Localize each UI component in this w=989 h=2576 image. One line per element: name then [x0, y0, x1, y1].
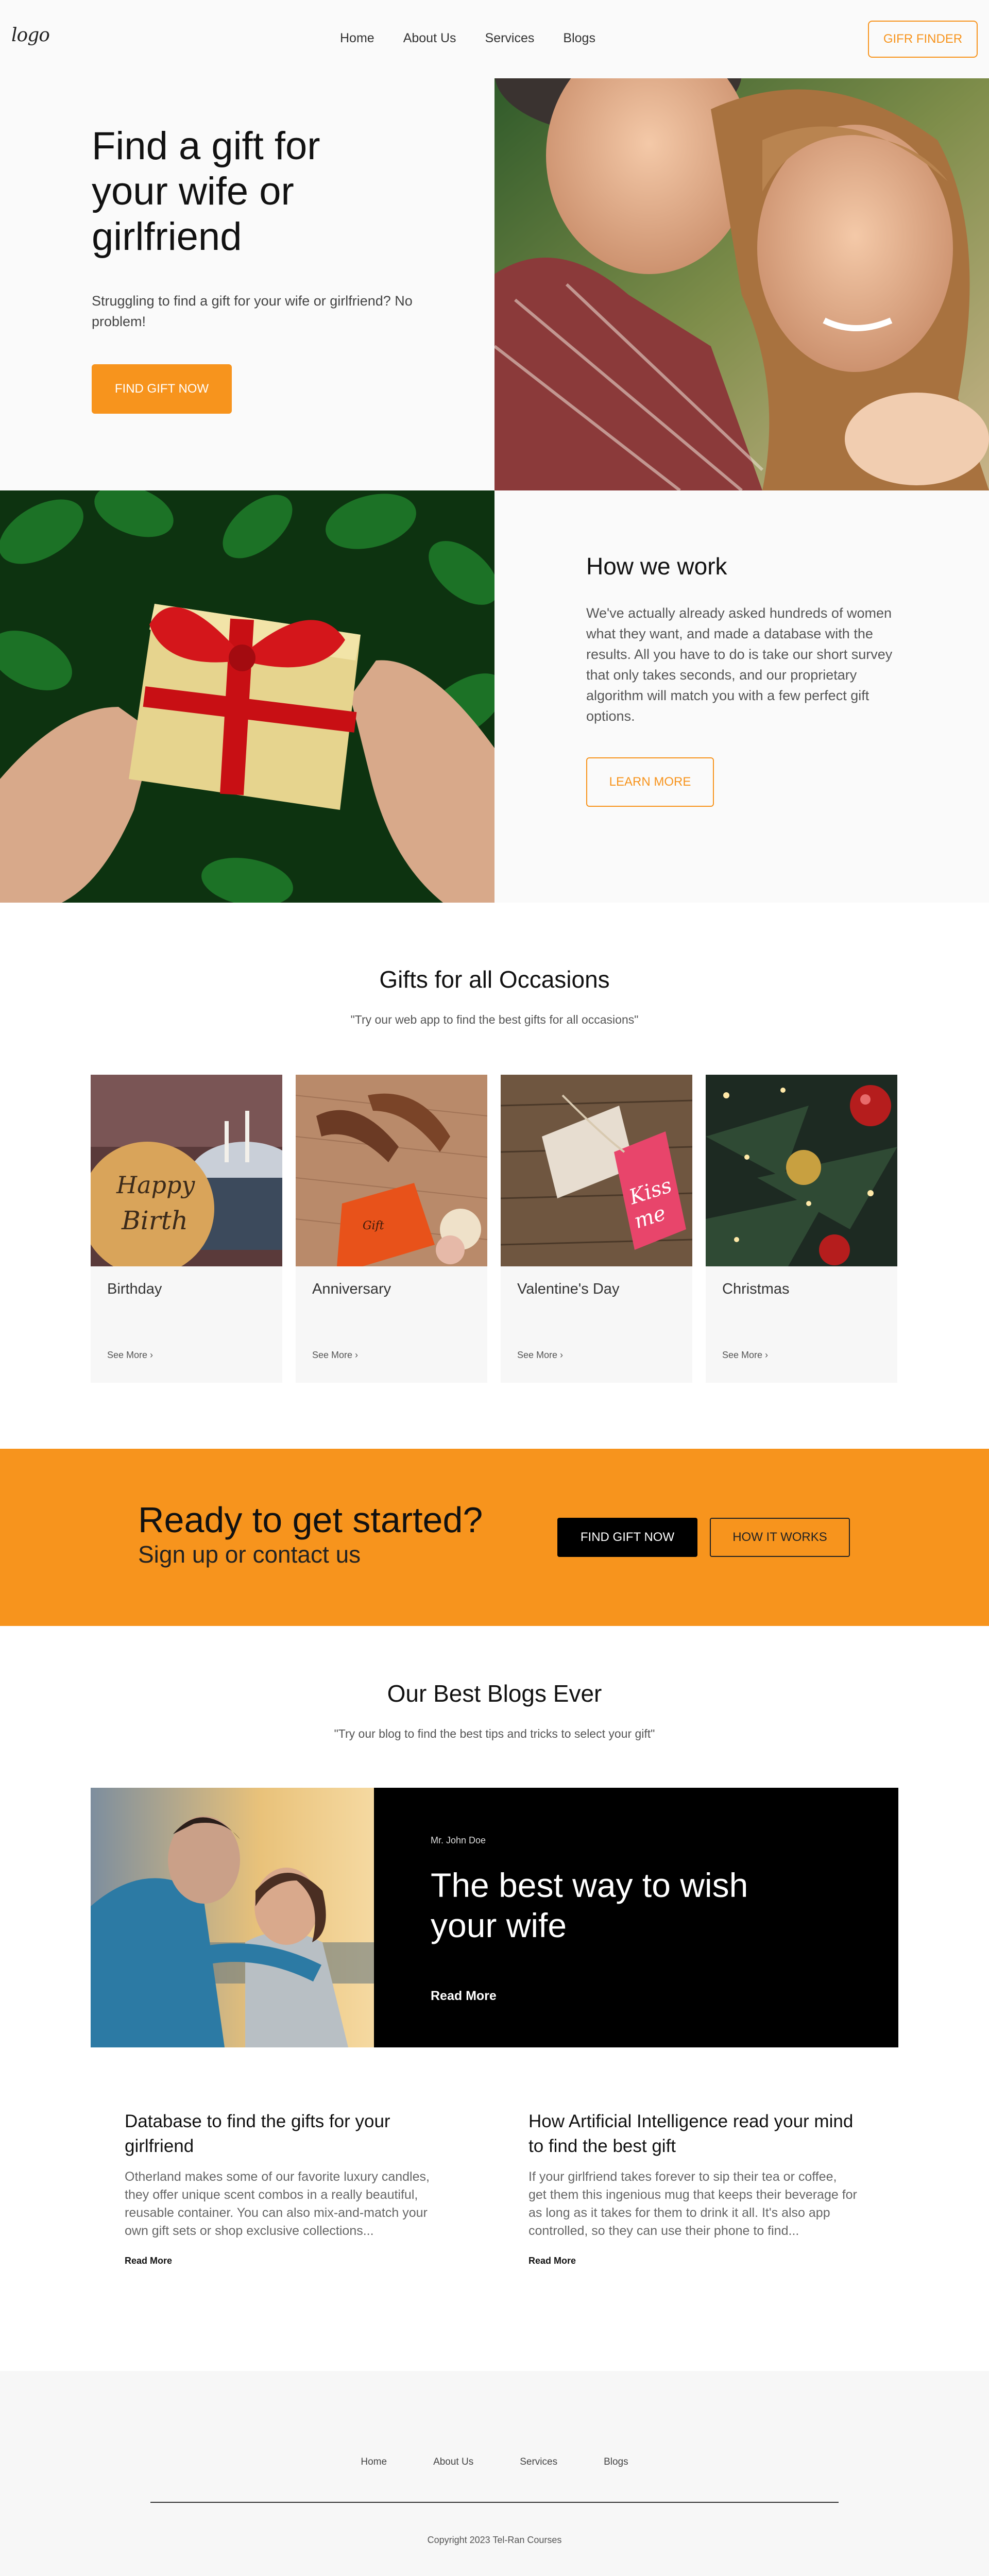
- blog-post-card: Database to find the gifts for your girl…: [125, 2109, 454, 2266]
- valentines-tag-image: Kiss me: [501, 1075, 692, 1266]
- read-more-link[interactable]: Read More: [125, 2256, 172, 2266]
- birthday-cake-image: Happy Birth: [91, 1075, 282, 1266]
- footer-home-link[interactable]: Home: [361, 2456, 387, 2468]
- find-gift-now-button[interactable]: FIND GIFT NOW: [92, 364, 232, 414]
- svg-text:Gift: Gift: [363, 1219, 384, 1232]
- occasions-title: Gifts for all Occasions: [379, 966, 610, 993]
- blog-post-excerpt: If your girlfriend takes forever to sip …: [528, 2170, 857, 2238]
- logo[interactable]: logo: [11, 25, 50, 46]
- gift-finder-button[interactable]: GIFR FINDER: [868, 21, 978, 58]
- blog-author: Mr. John Doe: [431, 1835, 486, 1845]
- see-more-link[interactable]: See More ›: [517, 1350, 563, 1361]
- featured-read-more-link[interactable]: Read More: [431, 1989, 497, 2004]
- nav-home-link[interactable]: Home: [340, 31, 374, 46]
- svg-text:Happy: Happy: [116, 1171, 195, 1199]
- blogs-subtitle: "Try our blog to find the best tips and …: [334, 1727, 655, 1740]
- see-more-link[interactable]: See More ›: [312, 1350, 358, 1361]
- blog-post-title[interactable]: Database to find the gifts for your girl…: [125, 2109, 454, 2159]
- hero-section: Find a gift for your wife or girlfriend …: [0, 78, 494, 490]
- blog-post-card: How Artificial Intelligence read your mi…: [528, 2109, 858, 2266]
- christmas-tree-image: [706, 1075, 897, 1266]
- see-more-link[interactable]: See More ›: [107, 1350, 153, 1361]
- how-we-work-text: We've actually already asked hundreds of…: [586, 605, 893, 724]
- blog-post-title[interactable]: How Artificial Intelligence read your mi…: [528, 2109, 858, 2159]
- footer-about-link[interactable]: About Us: [433, 2456, 473, 2468]
- card-title: Birthday: [107, 1281, 162, 1297]
- read-more-link[interactable]: Read More: [528, 2256, 576, 2266]
- how-we-work-title: How we work: [586, 553, 727, 580]
- cta-title: Ready to get started?: [138, 1500, 483, 1540]
- hero-subtitle: Struggling to find a gift for your wife …: [92, 293, 413, 329]
- occasion-card-valentines[interactable]: Kiss me Valentine's Day See More ›: [501, 1075, 692, 1383]
- site-header: logo Home About Us Services Blogs GIFR F…: [0, 0, 989, 78]
- site-footer: Home About Us Services Blogs Copyright 2…: [0, 2371, 989, 2576]
- footer-blogs-link[interactable]: Blogs: [604, 2456, 628, 2468]
- svg-text:Birth: Birth: [121, 1206, 188, 1235]
- copyright-text: Copyright 2023 Tel-Ran Courses: [427, 2535, 562, 2545]
- gift-box-photo: [0, 490, 494, 903]
- blogs-title: Our Best Blogs Ever: [387, 1680, 602, 1707]
- main-nav: Home About Us Services Blogs: [340, 31, 595, 46]
- how-it-works-button[interactable]: HOW IT WORKS: [710, 1518, 850, 1557]
- how-we-work-section: How we work We've actually already asked…: [494, 490, 989, 903]
- footer-services-link[interactable]: Services: [520, 2456, 557, 2468]
- nav-services-link[interactable]: Services: [485, 31, 535, 46]
- cta-banner: Ready to get started? Sign up or contact…: [0, 1449, 989, 1626]
- footer-nav: Home About Us Services Blogs: [0, 2456, 989, 2468]
- learn-more-button[interactable]: LEARN MORE: [586, 757, 714, 807]
- card-title: Anniversary: [312, 1281, 391, 1297]
- occasions-subtitle: "Try our web app to find the best gifts …: [350, 1013, 639, 1026]
- featured-blog-title[interactable]: The best way to wish your wife: [431, 1865, 791, 1945]
- featured-blog-card[interactable]: Mr. John Doe The best way to wish your w…: [91, 1788, 898, 2047]
- footer-divider: [150, 2502, 839, 2503]
- card-title: Christmas: [722, 1281, 790, 1297]
- occasion-card-birthday[interactable]: Happy Birth Birthday See More ›: [91, 1075, 282, 1383]
- cta-subtitle: Sign up or contact us: [138, 1541, 361, 1568]
- couple-hug-photo: [494, 78, 989, 490]
- anniversary-shoes-image: Gift: [296, 1075, 487, 1266]
- blog-post-excerpt: Otherland makes some of our favorite lux…: [125, 2170, 430, 2238]
- couple-sunset-photo: [91, 1788, 374, 2047]
- card-title: Valentine's Day: [517, 1281, 620, 1297]
- hero-title: Find a gift for your wife or girlfriend: [92, 124, 320, 259]
- blogs-section: Our Best Blogs Ever "Try our blog to fin…: [0, 1626, 989, 2371]
- occasion-card-christmas[interactable]: Christmas See More ›: [706, 1075, 897, 1383]
- see-more-link[interactable]: See More ›: [722, 1350, 768, 1361]
- nav-blogs-link[interactable]: Blogs: [563, 31, 595, 46]
- nav-about-link[interactable]: About Us: [403, 31, 456, 46]
- occasion-card-anniversary[interactable]: Gift Anniversary See More ›: [296, 1075, 487, 1383]
- cta-find-gift-button[interactable]: FIND GIFT NOW: [557, 1518, 697, 1557]
- occasions-section: Gifts for all Occasions "Try our web app…: [0, 903, 989, 1449]
